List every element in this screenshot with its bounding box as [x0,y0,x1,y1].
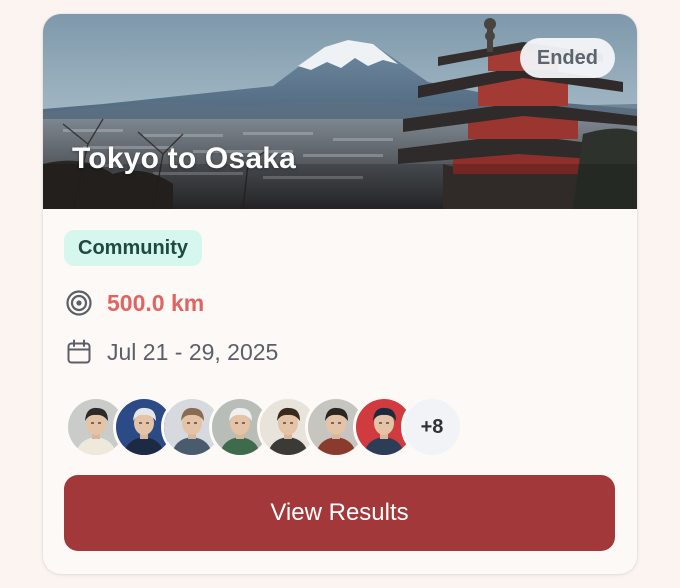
category-tag: Community [64,230,202,266]
status-badge: Ended [519,38,615,78]
participant-avatars[interactable]: +8 [65,396,463,458]
target-icon [66,290,92,316]
hero-image: Tokyo to Osaka Ended [43,14,637,209]
event-card[interactable]: Tokyo to Osaka Ended Community 500.0 km … [43,14,637,574]
event-title: Tokyo to Osaka [72,142,296,175]
more-participants-badge[interactable]: +8 [401,396,463,458]
distance-value: 500.0 km [107,289,205,316]
date-range: Jul 21 - 29, 2025 [107,338,279,365]
calendar-icon [67,339,91,364]
distance-row: 500.0 km [65,289,204,317]
view-results-button[interactable]: View Results [64,475,615,551]
dates-row: Jul 21 - 29, 2025 [65,338,278,366]
